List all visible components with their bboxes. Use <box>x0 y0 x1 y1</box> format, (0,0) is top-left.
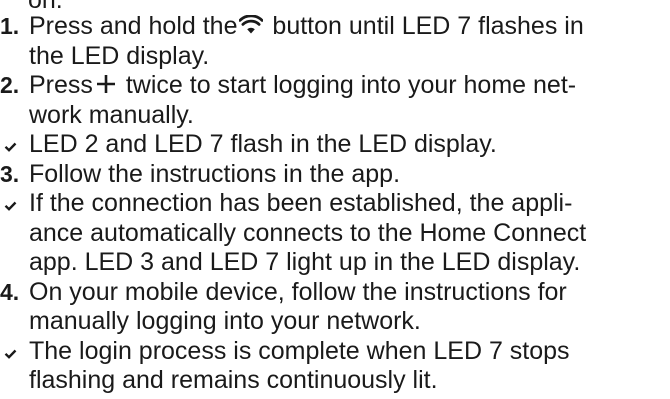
step-number: 1. <box>0 13 20 39</box>
step-3: 3. Follow the instructions in the app. <box>0 160 670 190</box>
step-1: 1. Press and hold the button until LED 7… <box>0 12 670 71</box>
checkmark-icon <box>4 142 17 152</box>
result-line: flashing and remains continuously lit. <box>29 366 438 394</box>
step-4: 4. On your mobile device, follow the ins… <box>0 278 670 337</box>
step-number: 3. <box>0 160 20 187</box>
step-line: work manually. <box>29 100 194 129</box>
step-number: 4. <box>0 278 20 305</box>
instruction-list: 1. Press and hold the button until LED 7… <box>0 12 670 396</box>
step-line: Follow the instructions in the app. <box>29 159 401 188</box>
wifi-icon <box>239 15 264 35</box>
checkmark-icon <box>4 201 17 211</box>
step-line: the LED display. <box>29 41 210 70</box>
result-line: ance automatically connects to the Home … <box>29 218 587 247</box>
result-line: app. LED 3 and LED 7 light up in the LED… <box>29 248 581 276</box>
result-line: If the connection has been established, … <box>29 189 573 217</box>
step-line: Press twice to start logging into your h… <box>29 71 577 99</box>
result-line: LED 2 and LED 7 flash in the LED display… <box>29 130 497 158</box>
result-item: The login process is complete when LED 7… <box>0 337 670 396</box>
instruction-page: on. 1. Press and hold the button until L… <box>0 0 670 399</box>
step-line: Press and hold the button until LED 7 fl… <box>29 12 584 40</box>
result-line: The login process is complete when LED 7… <box>29 336 570 365</box>
plus-icon <box>95 74 117 94</box>
result-item: If the connection has been established, … <box>0 189 670 278</box>
step-2: 2. Press twice to start logging into you… <box>0 71 670 130</box>
checkmark-icon <box>4 349 17 359</box>
step-line: manually logging into your network. <box>29 307 421 335</box>
result-item: LED 2 and LED 7 flash in the LED display… <box>0 130 670 160</box>
step-number: 2. <box>0 72 20 98</box>
step-line: On your mobile device, follow the instru… <box>29 277 567 306</box>
